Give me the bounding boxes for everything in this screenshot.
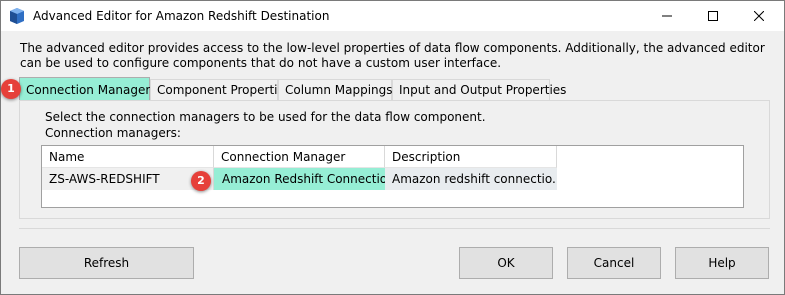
refresh-button[interactable]: Refresh	[19, 247, 194, 279]
tab-component-properties[interactable]: Component Properties	[150, 79, 291, 100]
cancel-button[interactable]: Cancel	[567, 247, 661, 279]
column-header-connection-manager[interactable]: Connection Manager	[214, 146, 385, 168]
cell-description[interactable]: Amazon redshift connectio...	[385, 168, 557, 190]
panel-instruction: Select the connection managers to be use…	[45, 110, 486, 124]
minimize-button[interactable]	[644, 1, 690, 31]
grid-label: Connection managers:	[45, 126, 181, 140]
cell-name[interactable]: ZS-AWS-REDSHIFT	[42, 168, 214, 190]
minimize-icon	[662, 15, 672, 17]
maximize-icon	[708, 11, 718, 21]
editor-description: The advanced editor provides access to t…	[20, 41, 765, 70]
tab-column-mappings[interactable]: Column Mappings	[278, 79, 393, 100]
column-header-name[interactable]: Name	[42, 146, 214, 168]
maximize-button[interactable]	[690, 1, 736, 31]
connection-managers-grid: Name Connection Manager Description ZS-A…	[41, 145, 744, 208]
dialog-window: Advanced Editor for Amazon Redshift Dest…	[0, 0, 785, 295]
window-title: Advanced Editor for Amazon Redshift Dest…	[33, 9, 330, 23]
column-header-description[interactable]: Description	[385, 146, 557, 168]
cell-connection-manager[interactable]: Amazon Redshift Connection	[214, 168, 385, 190]
close-icon	[754, 11, 764, 21]
step-badge-1: 1	[1, 79, 21, 99]
title-bar: Advanced Editor for Amazon Redshift Dest…	[1, 1, 784, 31]
tab-connection-managers[interactable]: Connection Managers	[19, 77, 157, 101]
help-button[interactable]: Help	[675, 247, 769, 279]
footer-divider	[19, 228, 770, 230]
connection-managers-panel: Select the connection managers to be use…	[19, 100, 770, 219]
step-badge-2: 2	[191, 171, 211, 191]
close-button[interactable]	[736, 1, 782, 31]
tab-input-output-properties[interactable]: Input and Output Properties	[392, 79, 566, 100]
ok-button[interactable]: OK	[459, 247, 553, 279]
app-icon	[10, 8, 24, 24]
